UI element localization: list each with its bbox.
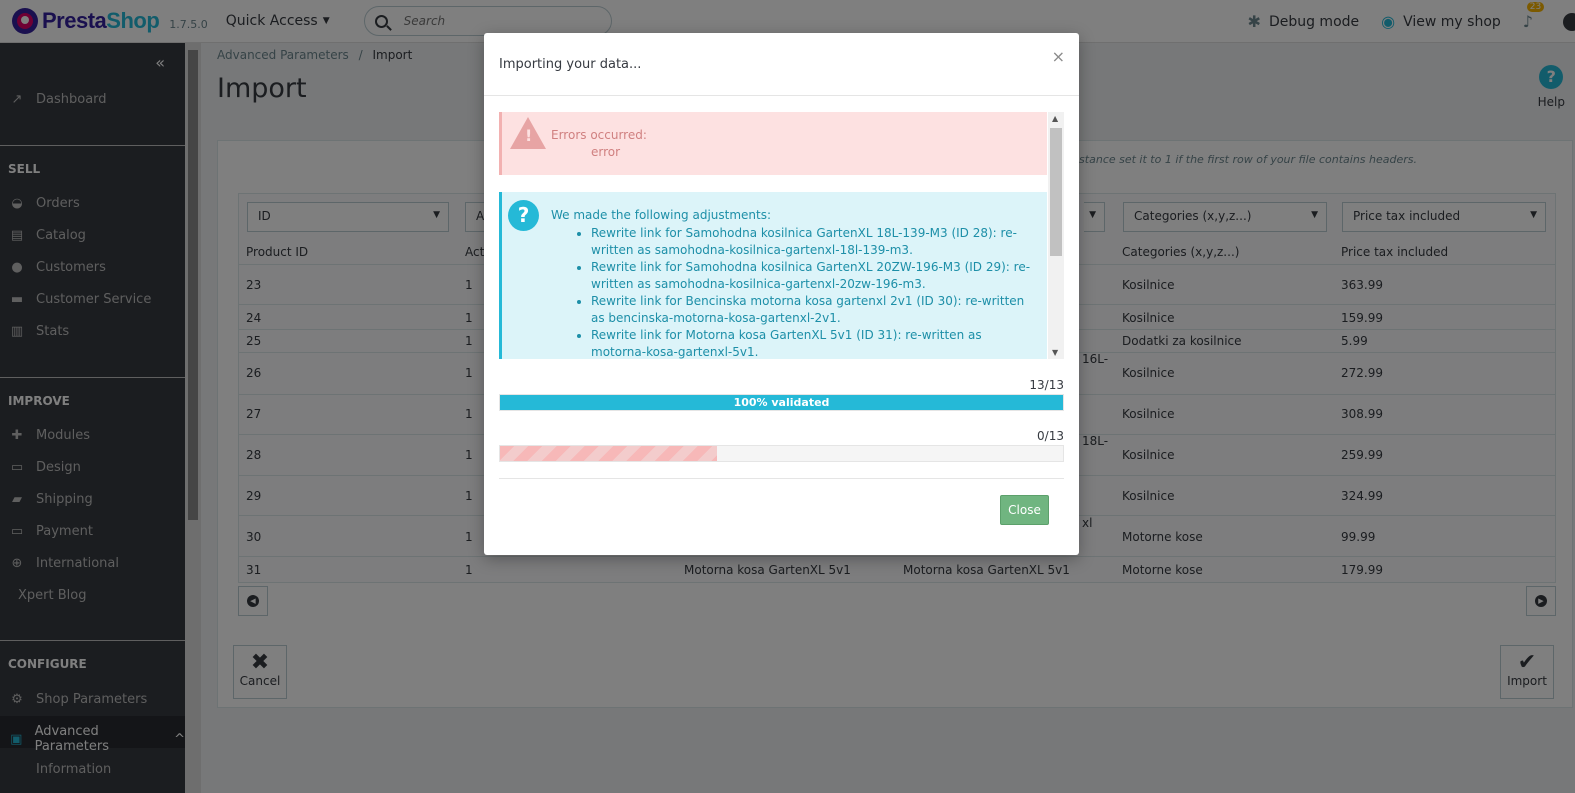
modal-close-icon[interactable]: × [1052, 47, 1065, 66]
imported-count: 0/13 [1037, 429, 1064, 443]
adjustments-list: Rewrite link for Samohodna kosilnica Gar… [591, 225, 1031, 359]
list-item: Rewrite link for Samohodna kosilnica Gar… [591, 259, 1031, 293]
import-progress-bar [499, 445, 1064, 462]
validated-count: 13/13 [1029, 378, 1064, 392]
modal-title: Importing your data... [499, 57, 642, 72]
warning-icon: ! [510, 117, 546, 149]
list-item: Rewrite link for Motorna kosa GartenXL 5… [591, 327, 1031, 359]
import-progress-fill [500, 446, 717, 461]
modal-header: Importing your data... × [484, 33, 1079, 96]
validation-progress-bar: 100% validated [499, 394, 1064, 411]
scroll-up-icon[interactable]: ▲ [1052, 114, 1058, 123]
list-item: Rewrite link for Bencinska motorna kosa … [591, 293, 1031, 327]
alerts-scroll-area[interactable]: ! Errors occurred: error ? We made the f… [499, 112, 1064, 359]
error-title: Errors occurred: [551, 128, 647, 142]
question-icon: ? [508, 200, 539, 231]
list-item: Rewrite link for Samohodna kosilnica Gar… [591, 225, 1031, 259]
scroll-down-icon[interactable]: ▼ [1052, 348, 1058, 357]
modal-footer-divider [499, 478, 1064, 479]
error-detail: error [591, 145, 621, 159]
info-alert: ? We made the following adjustments: Rew… [499, 192, 1047, 359]
import-progress-modal: Importing your data... × ! Errors occurr… [484, 33, 1079, 555]
error-alert: ! Errors occurred: error [499, 112, 1047, 175]
validation-progress-fill: 100% validated [500, 395, 1063, 410]
close-button[interactable]: Close [1000, 495, 1049, 525]
alerts-scrollbar[interactable]: ▲ ▼ [1048, 112, 1064, 359]
alerts-scrollbar-thumb[interactable] [1050, 128, 1062, 256]
info-title: We made the following adjustments: [551, 208, 772, 222]
